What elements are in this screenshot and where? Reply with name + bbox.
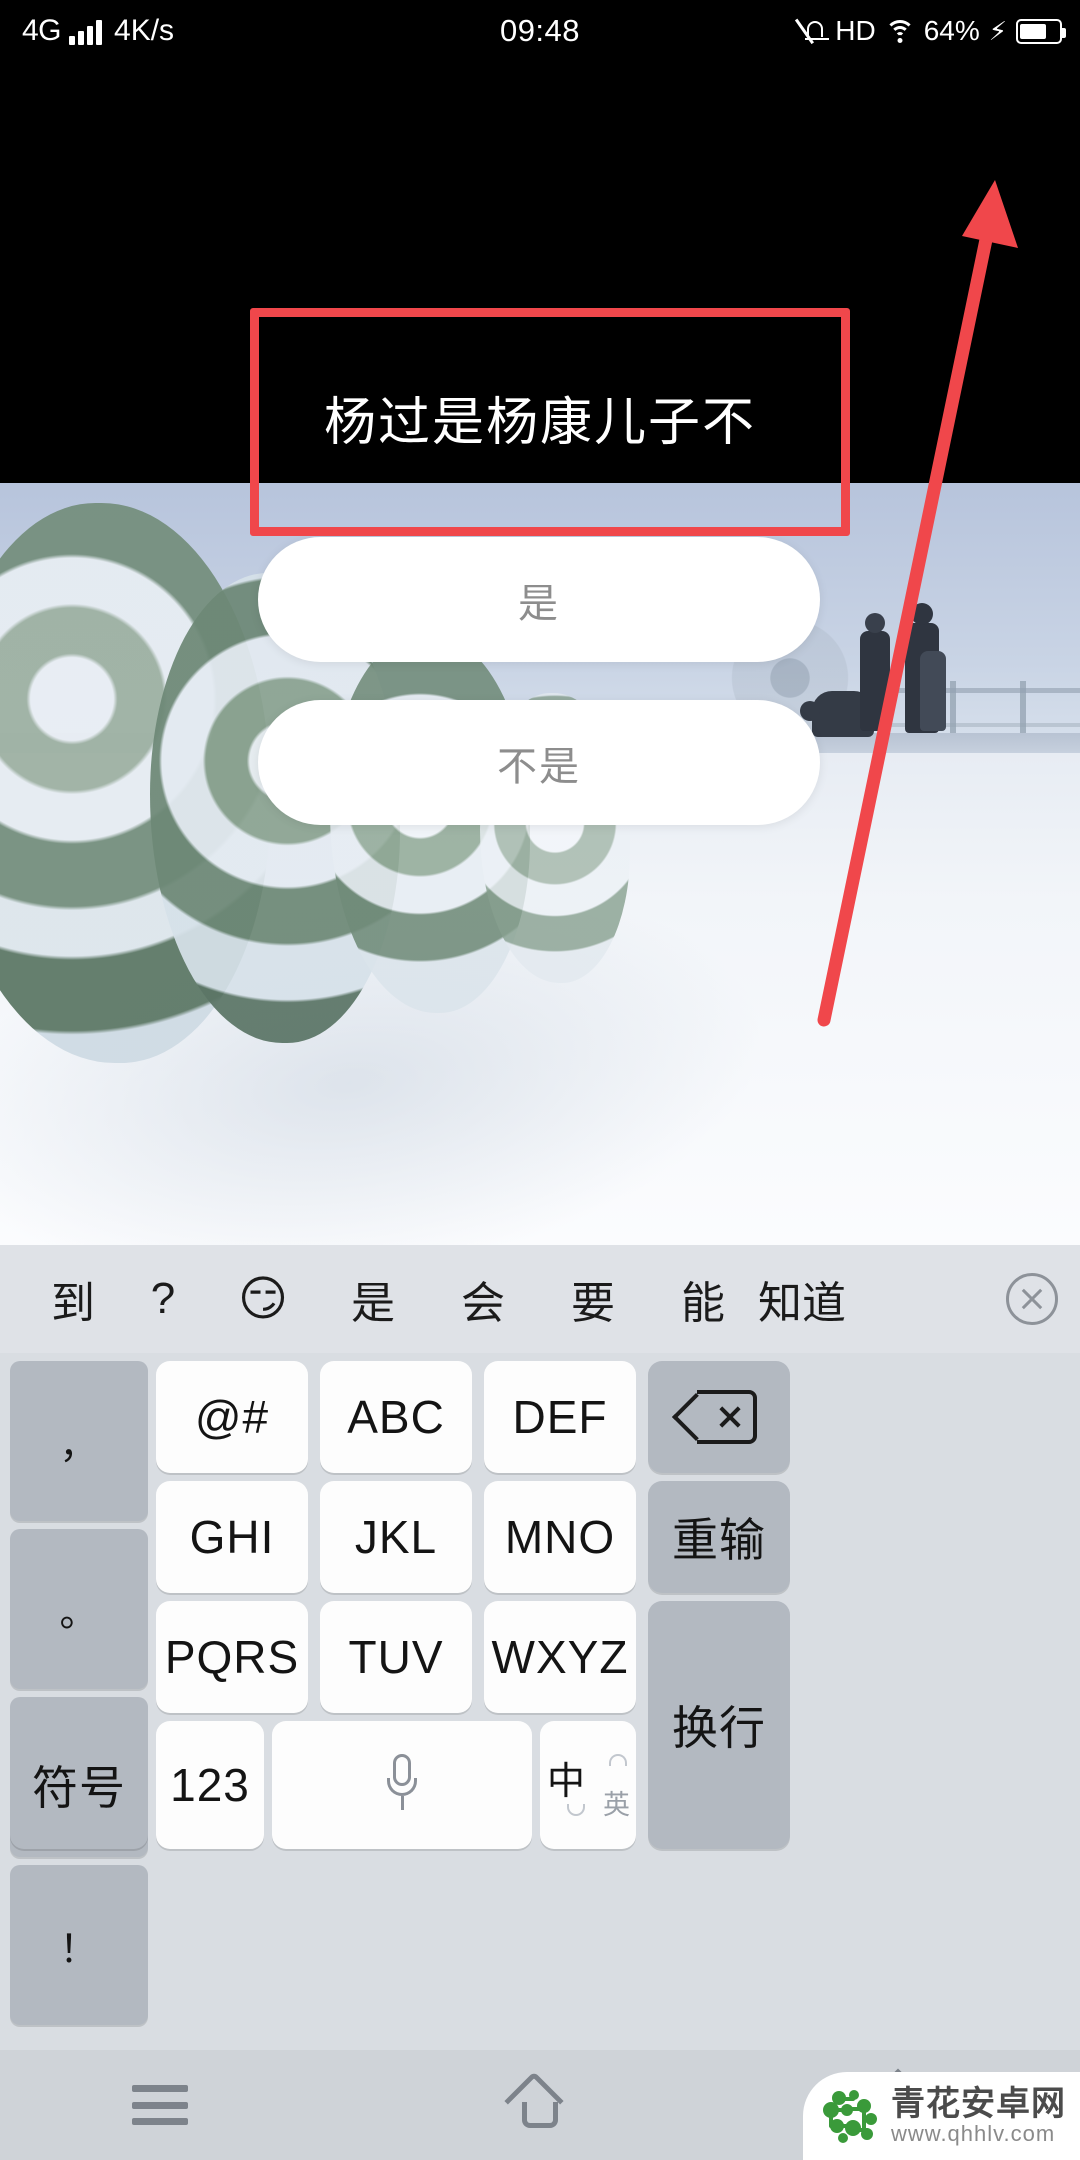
key-def[interactable]: DEF [484, 1361, 636, 1473]
suggestion-emoji[interactable]: 😏 [208, 1271, 318, 1327]
watermark-text: 青花安卓网 www.qhhlv.com [891, 2084, 1066, 2147]
key-abc[interactable]: ABC [320, 1361, 472, 1473]
watermark-logo-icon [823, 2090, 877, 2143]
poll-option-label: 不是 [497, 744, 581, 789]
poll-option-yes[interactable]: 是 [258, 537, 820, 662]
suggestion-item[interactable]: 知道 [758, 1267, 868, 1331]
key-enter[interactable]: 换行 [648, 1601, 790, 1849]
key-symbols[interactable]: 符号 [10, 1721, 148, 1849]
charging-bolt-icon: ⚡ [988, 16, 1007, 46]
phone-screen: 4G 4K/s 09:48 HD 64% ⚡ 完成 杨过是杨康儿子不 [0, 0, 1080, 2160]
key-period[interactable]: 。 [10, 1529, 148, 1689]
key-exclamation[interactable]: ！ [10, 1865, 148, 2025]
battery-icon [1016, 18, 1066, 44]
close-suggestions-icon[interactable] [1006, 1273, 1058, 1325]
photo-person [920, 651, 946, 731]
suggestion-item[interactable]: ? [118, 1274, 208, 1324]
suggestion-item[interactable]: 会 [428, 1267, 538, 1331]
battery-percent-label: 64% [923, 15, 980, 46]
poll-option-label: 是 [518, 581, 560, 626]
suggestion-item[interactable]: 是 [318, 1267, 428, 1331]
photo-fence-post [950, 681, 956, 733]
lang-en-label: 英 [603, 1790, 631, 1820]
watermark-site-name: 青花安卓网 [891, 2084, 1066, 2123]
system-nav-bar: 青花安卓网 www.qhhlv.com [0, 2050, 1080, 2160]
key-voice-input[interactable] [272, 1721, 532, 1849]
watermark-url: www.qhhlv.com [891, 2121, 1056, 2147]
hd-label: HD [835, 15, 876, 46]
poll-option-no[interactable]: 不是 [258, 700, 820, 825]
photo-person [860, 613, 890, 731]
key-pqrs[interactable]: PQRS [156, 1601, 308, 1713]
photo-fence-rail-lower [860, 723, 1080, 727]
photo-fence-post [1020, 681, 1026, 733]
menu-icon [132, 2085, 188, 2125]
home-icon [504, 2071, 571, 2131]
chinese-english-toggle-icon: 中 英 [545, 1748, 631, 1822]
lang-zh-label: 中 [547, 1761, 587, 1803]
key-tuv[interactable]: TUV [320, 1601, 472, 1713]
key-comma[interactable]: ， [10, 1361, 148, 1521]
mic-icon [387, 1754, 417, 1816]
suggestion-list: 到 ? 😏 是 会 要 能 知道 [28, 1267, 996, 1331]
key-jkl[interactable]: JKL [320, 1481, 472, 1593]
status-bar-right: HD 64% ⚡ [795, 15, 1066, 47]
key-at-hash[interactable]: @# [156, 1361, 308, 1473]
wifi-icon [884, 19, 915, 43]
backspace-icon [671, 1390, 757, 1444]
key-ghi[interactable]: GHI [156, 1481, 308, 1593]
key-numbers[interactable]: 123 [156, 1721, 264, 1849]
key-redo[interactable]: 重输 [648, 1481, 790, 1593]
annotation-highlight-box [250, 308, 850, 536]
key-language-toggle[interactable]: 中 英 [540, 1721, 636, 1849]
suggestion-item[interactable]: 能 [648, 1267, 758, 1331]
suggestion-bar: 到 ? 😏 是 会 要 能 知道 [0, 1245, 1080, 1353]
suggestion-item[interactable]: 到 [28, 1267, 118, 1331]
key-mno[interactable]: MNO [484, 1481, 636, 1593]
key-wxyz[interactable]: WXYZ [484, 1601, 636, 1713]
photo-fence-rail [860, 688, 1080, 693]
nav-menu-button[interactable] [60, 2050, 260, 2160]
site-watermark: 青花安卓网 www.qhhlv.com [803, 2072, 1080, 2160]
status-bar: 4G 4K/s 09:48 HD 64% ⚡ [0, 0, 1080, 62]
keyboard: 到 ? 😏 是 会 要 能 知道 ， 。 ？ ！ @# ABC DEF GHI … [0, 1245, 1080, 2050]
suggestion-item[interactable]: 要 [538, 1267, 648, 1331]
key-grid: ， 。 ？ ！ @# ABC DEF GHI JKL MNO PQRS TUV … [0, 1353, 1080, 2050]
key-backspace[interactable] [648, 1361, 790, 1473]
mute-bell-icon [795, 18, 830, 45]
nav-home-button[interactable] [440, 2050, 640, 2160]
